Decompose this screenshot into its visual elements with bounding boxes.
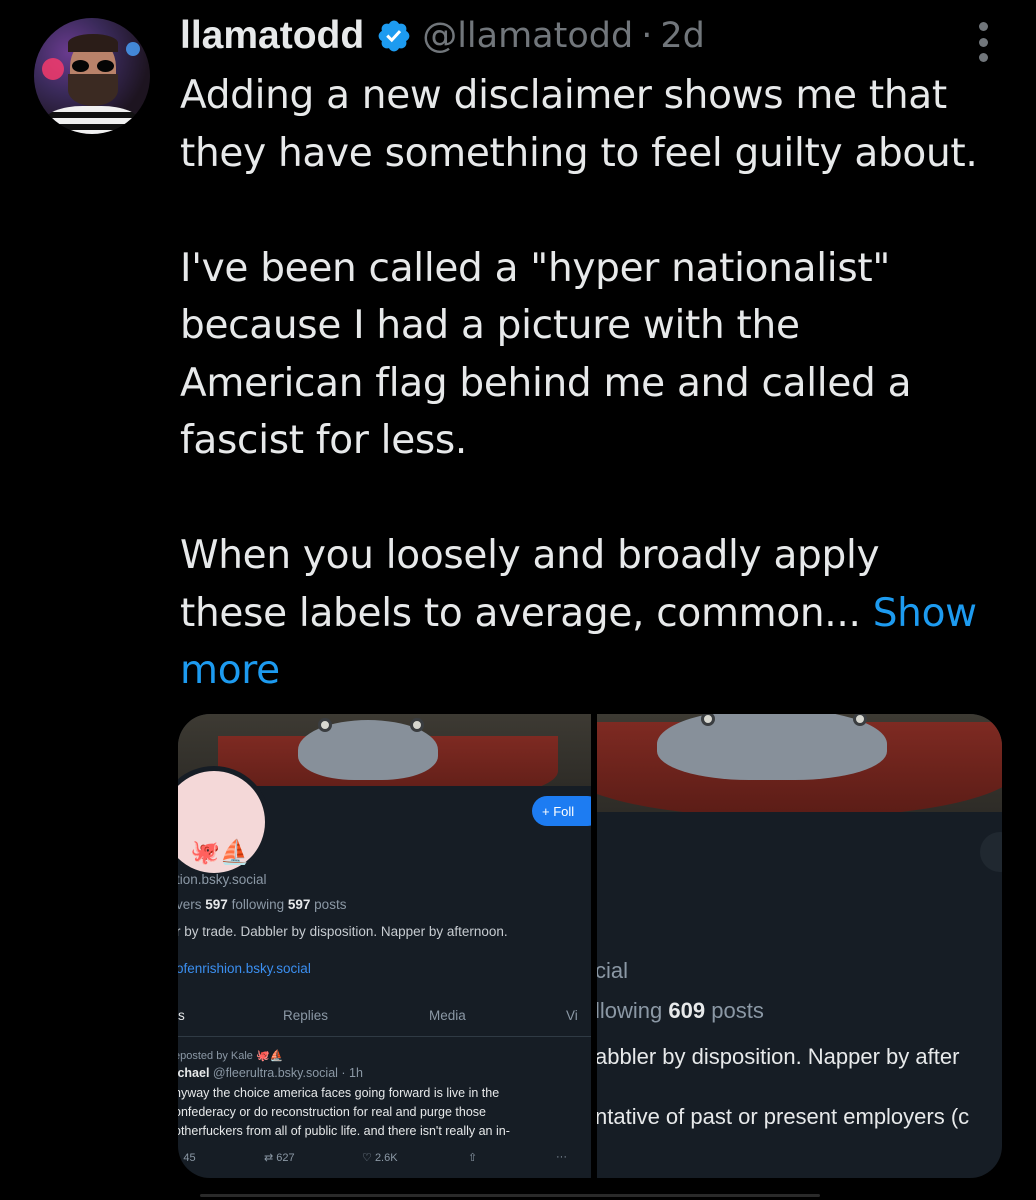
- repost-count: 627: [276, 1152, 295, 1164]
- tweet-line: Adding a new disclaimer shows me that: [180, 73, 947, 118]
- following-label: llowing: [597, 998, 663, 1023]
- posts-count: 609: [668, 998, 706, 1023]
- following-label: following: [231, 897, 285, 912]
- post-line: onfederacy or do reconstruction for real…: [178, 1105, 486, 1119]
- avatar[interactable]: [34, 18, 150, 134]
- tab-media[interactable]: Media: [429, 1008, 466, 1023]
- tab-posts[interactable]: s: [178, 1008, 185, 1023]
- profile-bio: r by trade. Dabbler by disposition. Napp…: [178, 924, 508, 939]
- reply-action[interactable]: ◟ 45: [178, 1151, 196, 1164]
- profile-stats: llowing 609 posts: [597, 998, 764, 1024]
- timestamp[interactable]: 2d: [660, 16, 705, 56]
- heart-icon: ♡: [362, 1152, 372, 1164]
- tweet-line: these labels to average, common... Show: [180, 585, 1000, 643]
- media-image-right[interactable]: cial llowing 609 posts abbler by disposi…: [597, 714, 1002, 1178]
- profile-stats: vers 597 following 597 posts: [178, 897, 346, 912]
- tweet-line: When you loosely and broadly apply: [180, 533, 880, 578]
- tab-divider: [178, 1036, 591, 1037]
- reply-icon: ◟: [178, 1152, 181, 1164]
- frog-eye: [318, 718, 332, 732]
- media-image-left[interactable]: + Foll 🐙⛵ tion.bsky.social vers 597 foll…: [178, 714, 591, 1178]
- tweet-line: they have something to feel guilty about…: [180, 130, 978, 176]
- avatar-light: [42, 58, 64, 80]
- tab-replies[interactable]: Replies: [283, 1008, 328, 1023]
- post-line: otherfuckers from all of public life. an…: [178, 1124, 510, 1138]
- frog-eye: [410, 718, 424, 732]
- avatar-shirt: [44, 106, 140, 134]
- post-actions: ◟ 45 ⇄ 627 ♡ 2.6K ⇧ ···: [178, 1151, 591, 1167]
- profile-handle: tion.bsky.social: [178, 872, 267, 887]
- show-more-link[interactable]: Show: [873, 591, 977, 636]
- avatar-light: [126, 42, 140, 56]
- following-count: 597: [205, 897, 228, 912]
- profile-banner: [597, 714, 1002, 812]
- menu-dot: [978, 22, 988, 31]
- post-author-name[interactable]: ichael: [178, 1066, 209, 1080]
- share-icon[interactable]: ⇧: [468, 1151, 477, 1164]
- post-author: ichael @fleerultra.bsky.social · 1h: [178, 1065, 363, 1082]
- profile-disclaimer: ntative of past or present employers (c: [597, 1104, 970, 1129]
- posts-count: 597: [287, 897, 311, 912]
- posts-label: posts: [711, 998, 764, 1023]
- media-grid: + Foll 🐙⛵ tion.bsky.social vers 597 foll…: [178, 714, 1002, 1178]
- avatar-sunglasses: [72, 60, 114, 72]
- repost-icon: ⇄: [264, 1152, 274, 1164]
- followers-label: vers: [178, 897, 202, 912]
- repost-indicator: eposted by Kale 🐙⛵: [178, 1048, 283, 1065]
- posts-label: posts: [314, 897, 347, 912]
- profile-emojis: 🐙⛵: [190, 838, 250, 866]
- post-line: nyway the choice america faces going for…: [178, 1086, 500, 1100]
- profile-handle: cial: [597, 958, 629, 983]
- repost-action[interactable]: ⇄ 627: [264, 1151, 295, 1164]
- profile-bio: abbler by disposition. Napper by after: [597, 1044, 960, 1069]
- tweet-text: Adding a new disclaimer shows me that th…: [180, 67, 1000, 700]
- post-more-icon[interactable]: ···: [556, 1151, 567, 1163]
- reposted-by: eposted by Kale: [178, 1050, 253, 1062]
- post-author-handle[interactable]: @fleerultra.bsky.social · 1h: [213, 1066, 363, 1080]
- tweet-line: American flag behind me and called a: [180, 360, 912, 406]
- display-name[interactable]: llamatodd: [180, 14, 364, 58]
- tweet-line-text: these labels to average, common...: [180, 590, 861, 636]
- tab-videos[interactable]: Vi: [566, 1008, 578, 1023]
- like-count: 2.6K: [374, 1152, 398, 1164]
- profile-tabs: s Replies Media Vi: [178, 1004, 591, 1030]
- tweet-line: I've been called a "hyper nationalist": [180, 245, 890, 291]
- tweet-line: because I had a picture with the: [180, 303, 800, 348]
- handle[interactable]: @llamatodd: [422, 16, 633, 56]
- menu-dot: [978, 37, 988, 47]
- verified-badge-icon: [378, 20, 410, 52]
- banner-frog: [657, 714, 887, 780]
- tweet-line: fascist for less.: [180, 418, 468, 463]
- tweet-header: llamatodd @llamatodd · 2d: [180, 10, 1010, 62]
- menu-dot: [978, 53, 988, 62]
- divider: [200, 1194, 820, 1197]
- avatar-beard: [68, 74, 118, 106]
- separator-dot: ·: [641, 16, 653, 56]
- like-action[interactable]: ♡ 2.6K: [362, 1151, 398, 1164]
- show-more-link[interactable]: more: [180, 642, 1000, 700]
- reply-count: 45: [183, 1152, 196, 1164]
- avatar-hair: [68, 34, 118, 52]
- follow-button[interactable]: + Foll: [532, 796, 591, 826]
- carousel-next-button[interactable]: [980, 832, 1002, 872]
- reposted-emojis: 🐙⛵: [255, 1050, 284, 1062]
- profile-link[interactable]: ofenrishion.bsky.social: [178, 961, 311, 976]
- more-options-icon[interactable]: [978, 22, 988, 62]
